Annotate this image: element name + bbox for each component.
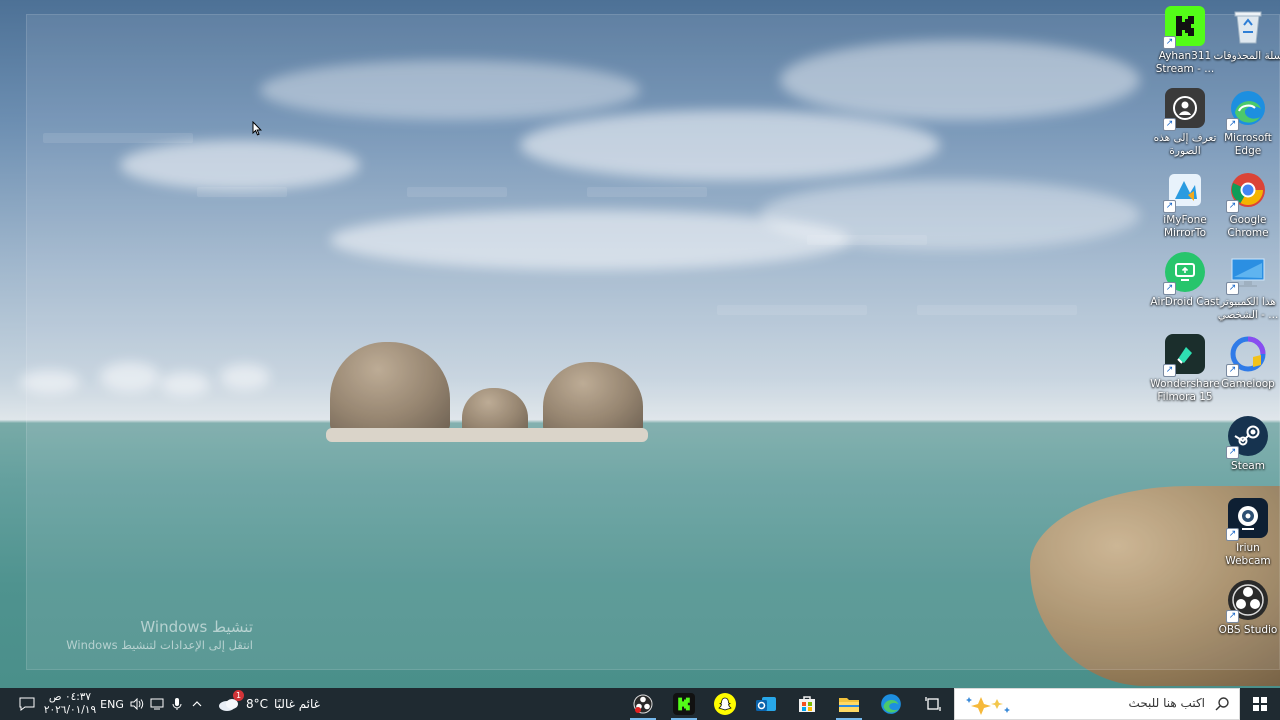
- steam-icon: ↗: [1226, 416, 1268, 459]
- kick-app-icon: ↗: [1163, 6, 1205, 49]
- taskbar-app-file-explorer[interactable]: [830, 688, 868, 720]
- desktop-icon-label: Wondershare Filmora 15: [1150, 378, 1220, 403]
- edge-icon: ↗: [1226, 88, 1268, 131]
- weather-alert-badge: 1: [233, 690, 244, 701]
- desktop-icon-label: Steam: [1231, 460, 1265, 472]
- task-view-icon: [925, 697, 941, 711]
- microphone-icon: [172, 698, 182, 710]
- cloudy-weather-icon: 1: [218, 690, 244, 713]
- taskbar-app-outlook[interactable]: [747, 688, 785, 720]
- notification-center-button[interactable]: [12, 688, 42, 720]
- tray-language[interactable]: ENG: [98, 688, 126, 720]
- desktop-icon-label: سلة المحذوفات: [1213, 50, 1280, 62]
- desktop-icon-label: OBS Studio: [1218, 624, 1278, 636]
- search-placeholder: اكتب هنا للبحث: [1128, 696, 1205, 710]
- desktop-icon-label: Google Chrome: [1227, 214, 1269, 239]
- mouse-cursor-icon: [252, 121, 262, 136]
- language-indicator: ENG: [100, 697, 124, 711]
- clock[interactable]: ٠٤:٣٧ ص ٢٠٢٦/٠١/١٩: [42, 688, 98, 720]
- recycle-bin-icon: [1228, 6, 1268, 46]
- tray-network[interactable]: [148, 688, 166, 720]
- watermark-title: تنشيط Windows: [140, 618, 253, 636]
- outlook-icon: [756, 697, 776, 711]
- desktop-icon-microsoft-edge[interactable]: ↗ Microsoft Edge: [1212, 88, 1280, 158]
- search-icon: [1215, 697, 1229, 711]
- snapchat-icon: [714, 693, 736, 715]
- edge-icon: [881, 694, 901, 714]
- obs-recording-icon: [633, 694, 653, 714]
- clock-date: ٢٠٢٦/٠١/١٩: [43, 704, 97, 716]
- airdroid-cast-icon: ↗: [1163, 252, 1205, 295]
- search-highlight-sparkle-icon: [966, 697, 1010, 715]
- desktop-icon-this-pc[interactable]: ↗ هذا الكمبيوتر الشخصي - ...: [1212, 252, 1280, 322]
- filmora-icon: ↗: [1163, 334, 1205, 377]
- desktop-icon-label: iMyFone MirrorTo: [1163, 214, 1207, 239]
- desktop-icon-google-chrome[interactable]: ↗ Google Chrome: [1212, 170, 1280, 240]
- windows-logo-icon: [1253, 697, 1267, 711]
- desktop-icon-airdroid-cast[interactable]: ↗ AirDroid Cast: [1149, 252, 1221, 309]
- store-icon: [799, 696, 815, 712]
- desktop-icon-obs-studio[interactable]: ↗ OBS Studio: [1212, 580, 1280, 637]
- desktop-icon-identify-photo[interactable]: ↗ تعرف إلى هذه الصورة: [1149, 88, 1221, 158]
- tray-microphone[interactable]: [168, 688, 186, 720]
- desktop-icon-filmora[interactable]: ↗ Wondershare Filmora 15: [1149, 334, 1221, 404]
- speaker-icon: [130, 698, 144, 710]
- taskbar-app-snapchat[interactable]: [706, 688, 744, 720]
- faded-window-overlay: [26, 14, 1280, 670]
- webcam-icon: ↗: [1226, 498, 1268, 541]
- taskbar-app-kick[interactable]: [665, 688, 703, 720]
- gameloop-icon: ↗: [1226, 334, 1268, 377]
- desktop-icon-label: Gameloop: [1221, 378, 1275, 390]
- desktop-icon-label: Ayhan311 Stream - ...: [1155, 50, 1215, 75]
- weather-temperature: 8°C: [246, 697, 269, 711]
- desktop-icon-label: AirDroid Cast: [1150, 296, 1220, 308]
- desktop-icon-recycle-bin[interactable]: سلة المحذوفات: [1212, 6, 1280, 63]
- desktop-icon-steam[interactable]: ↗ Steam: [1212, 416, 1280, 473]
- obs-icon: ↗: [1226, 580, 1268, 623]
- desktop-icon-label: هذا الكمبيوتر الشخصي - ...: [1217, 296, 1279, 321]
- notification-icon: [19, 697, 35, 711]
- watermark-subtitle: انتقل إلى الإعدادات لتنشيط Windows: [66, 638, 253, 652]
- desktop-icon-imyfone-mirrorto[interactable]: ↗ iMyFone MirrorTo: [1149, 170, 1221, 240]
- chrome-icon: ↗: [1226, 170, 1268, 213]
- taskbar-app-obs[interactable]: [624, 688, 662, 720]
- desktop-icon-iriun-webcam[interactable]: ↗ Iriun Webcam: [1212, 498, 1280, 568]
- desktop-icon-ayhan-stream[interactable]: ↗ Ayhan311 Stream - ...: [1149, 6, 1221, 76]
- tray-overflow-button[interactable]: [188, 688, 206, 720]
- imyfone-icon: ↗: [1163, 170, 1205, 213]
- taskbar-app-store[interactable]: [788, 688, 826, 720]
- desktop-icon-label: Iriun Webcam: [1225, 542, 1271, 567]
- start-button[interactable]: [1240, 688, 1280, 720]
- desktop-icon-label: Microsoft Edge: [1224, 132, 1272, 157]
- weather-widget[interactable]: 1 8°C غائم غالبًا: [218, 688, 330, 720]
- identify-photo-icon: ↗: [1163, 88, 1205, 131]
- monitor-icon: ↗: [1226, 252, 1268, 295]
- clock-time: ٠٤:٣٧ ص: [48, 691, 92, 703]
- network-icon: [150, 698, 164, 710]
- tray-volume[interactable]: [128, 688, 146, 720]
- desktop-wallpaper: تنشيط Windows انتقل إلى الإعدادات لتنشيط…: [0, 0, 1280, 688]
- taskbar-search-box[interactable]: اكتب هنا للبحث: [954, 688, 1240, 720]
- weather-condition: غائم غالبًا: [274, 697, 320, 711]
- chevron-up-icon: [192, 701, 202, 707]
- desktop-icon-gameloop[interactable]: ↗ Gameloop: [1212, 334, 1280, 391]
- taskbar-app-edge[interactable]: [872, 688, 910, 720]
- folder-icon: [839, 698, 859, 712]
- kick-app-icon: [673, 693, 695, 715]
- task-view-button[interactable]: [920, 688, 946, 720]
- activation-watermark: تنشيط Windows انتقل إلى الإعدادات لتنشيط…: [66, 617, 253, 653]
- desktop-icon-label: تعرف إلى هذه الصورة: [1153, 132, 1217, 157]
